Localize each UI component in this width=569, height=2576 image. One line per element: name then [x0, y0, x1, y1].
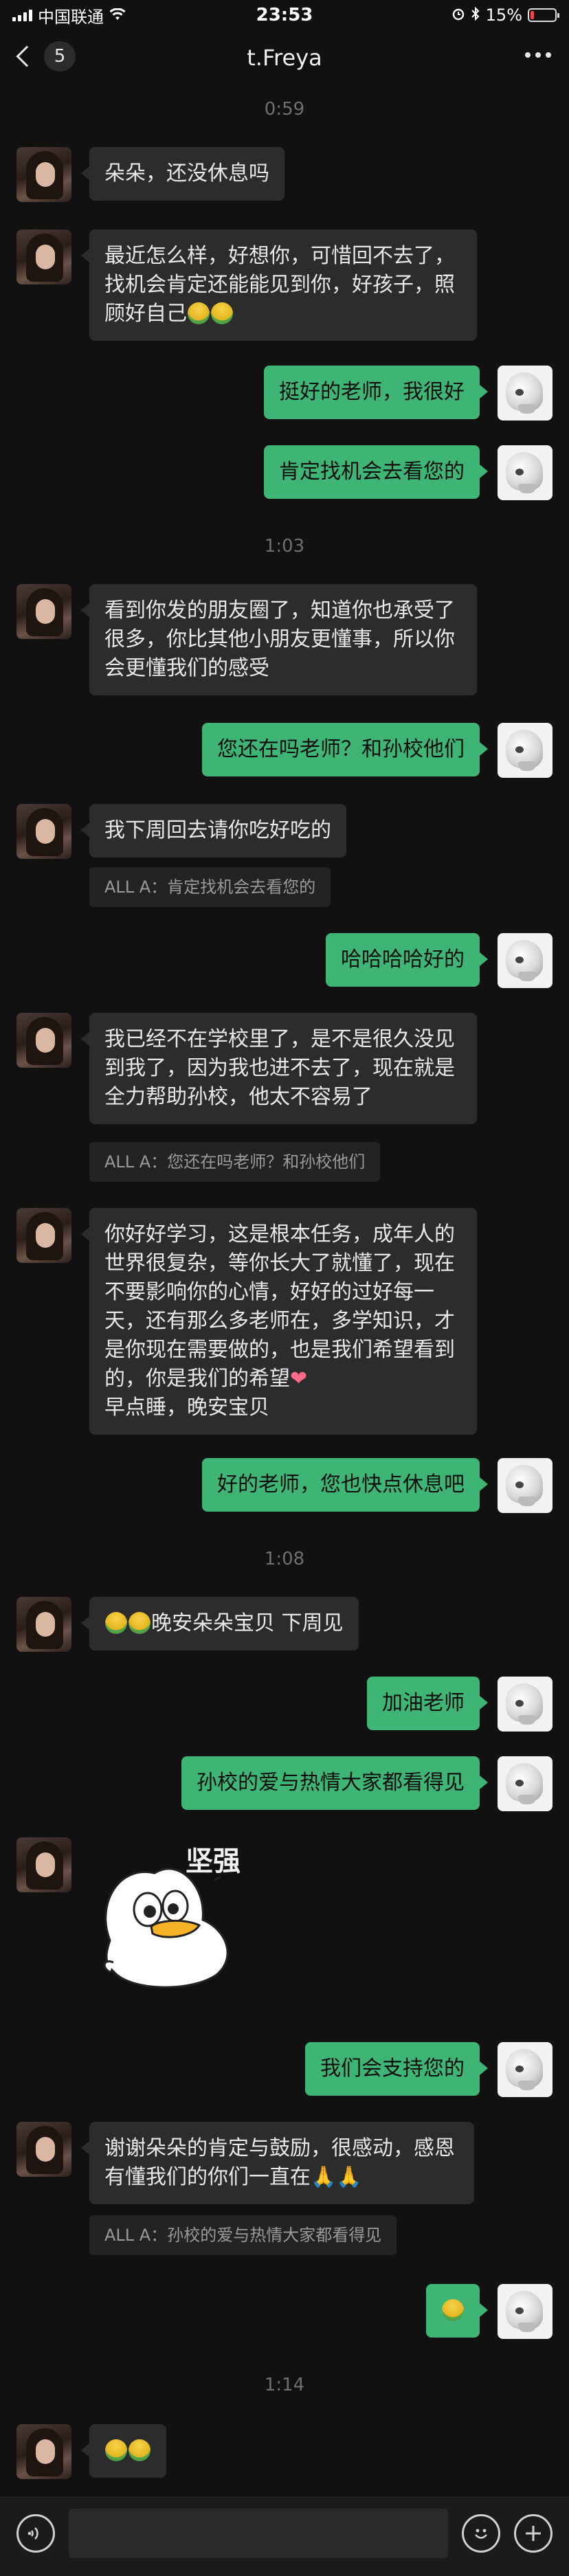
avatar-self[interactable] — [498, 1677, 553, 1732]
duck-sticker[interactable]: 坚强 — [89, 1837, 289, 1995]
more-dots-icon — [525, 52, 531, 58]
person-emoji-icon — [105, 2439, 127, 2461]
message-text: 谢谢朵朵的肯定与鼓励，很感动，感恩有懂我们的你们一直在 — [104, 2136, 455, 2189]
bluetooth-icon — [471, 5, 480, 25]
quoted-reply[interactable]: ALL A：肯定找机会去看您的 — [89, 867, 331, 907]
battery-level — [531, 11, 534, 19]
message-bubble[interactable]: 我已经不在学校里了，是不是很久没见到我了，因为我也进不去了，现在就是全力帮助孙校… — [81, 1013, 477, 1124]
message-input[interactable] — [69, 2509, 448, 2558]
person-emoji-icon — [129, 1612, 150, 1634]
message-bubble[interactable]: 好的老师，您也快点休息吧 — [202, 1458, 488, 1512]
voice-button[interactable] — [16, 2514, 55, 2553]
person-emoji-icon — [105, 1612, 127, 1634]
avatar-contact[interactable] — [16, 2424, 71, 2479]
message-text: 晚安朵朵宝贝 下周见 — [151, 1611, 344, 1635]
message-text: 你好好学习，这是根本任务，成年人的世界很复杂，等你长大了就懂了，现在不要影响你的… — [104, 1222, 455, 1391]
person-emoji-icon — [442, 2299, 464, 2321]
pray-emoji-icon: 🙏 — [311, 2165, 337, 2189]
input-bar — [0, 2497, 569, 2576]
avatar-contact[interactable] — [16, 1208, 71, 1263]
timestamp: 0:59 — [264, 99, 305, 120]
voice-icon — [27, 2527, 38, 2540]
message-bubble[interactable]: 肯定找机会去看您的 — [264, 445, 488, 499]
wifi-icon — [109, 5, 126, 25]
message-bubble[interactable]: 晚安朵朵宝贝 下周见 — [81, 1597, 359, 1650]
message-bubble[interactable]: 朵朵，还没休息吗 — [81, 147, 284, 201]
avatar-contact[interactable] — [16, 804, 71, 859]
timestamp: 1:14 — [264, 2375, 305, 2395]
battery-icon — [528, 8, 559, 22]
unread-count-badge: 5 — [44, 41, 76, 71]
avatar-self[interactable] — [498, 723, 553, 778]
back-button[interactable]: 5 — [14, 41, 76, 71]
message-bubble[interactable]: 我们会支持您的 — [305, 2042, 488, 2096]
person-emoji-icon — [129, 2439, 150, 2461]
heart-icon: ❤ — [290, 1367, 308, 1391]
quoted-reply[interactable]: ALL A：您还在吗老师？和孙校他们 — [89, 1142, 381, 1182]
person-emoji-icon — [188, 302, 210, 324]
avatar-contact[interactable] — [16, 1013, 71, 1068]
message-bubble[interactable]: 谢谢朵朵的肯定与鼓励，很感动，感恩有懂我们的你们一直在🙏🙏 — [81, 2122, 474, 2204]
emoji-icon — [475, 2529, 487, 2539]
battery-percent: 15% — [485, 5, 522, 25]
avatar-contact[interactable] — [16, 1837, 71, 1892]
avatar-self[interactable] — [498, 2042, 553, 2097]
quoted-reply[interactable]: ALL A：孙校的爱与热情大家都看得见 — [89, 2215, 397, 2255]
avatar-contact[interactable] — [16, 584, 71, 639]
message-text: 最近怎么样，好想你，可惜回不去了，找机会肯定还能能见到你，好孩子，照顾好自己 — [104, 244, 455, 326]
message-bubble[interactable]: 哈哈哈哈好的 — [326, 933, 488, 987]
status-bar: 中国联通 23:53 15% — [0, 0, 569, 30]
timestamp: 1:08 — [264, 1549, 305, 1569]
avatar-self[interactable] — [498, 445, 553, 500]
emoji-button[interactable] — [462, 2514, 500, 2553]
pray-emoji-icon: 🙏 — [336, 2165, 362, 2189]
message-bubble[interactable] — [81, 2424, 166, 2478]
avatar-contact[interactable] — [16, 147, 71, 202]
carrier-label: 中国联通 — [38, 7, 104, 27]
avatar-contact[interactable] — [16, 229, 71, 284]
plus-button[interactable] — [514, 2514, 553, 2553]
message-bubble[interactable]: 加油老师 — [367, 1677, 488, 1730]
nav-bar: 5 t.Freya — [0, 30, 569, 85]
avatar-contact[interactable] — [16, 1597, 71, 1652]
message-text: 早点睡，晚安宝贝 — [104, 1396, 269, 1420]
avatar-self[interactable] — [498, 1458, 553, 1513]
avatar-self[interactable] — [498, 1756, 553, 1811]
avatar-contact[interactable] — [16, 2122, 71, 2177]
message-bubble[interactable]: 挺好的老师，我很好 — [264, 366, 488, 419]
sticker-caption: 坚强 — [186, 1846, 241, 1877]
message-bubble[interactable]: 最近怎么样，好想你，可惜回不去了，找机会肯定还能能见到你，好孩子，照顾好自己 — [81, 229, 477, 341]
message-bubble[interactable]: 我下周回去请你吃好吃的 — [81, 804, 346, 858]
message-bubble[interactable]: 您还在吗老师？和孙校他们 — [202, 723, 488, 776]
message-bubble[interactable]: 你好好学习，这是根本任务，成年人的世界很复杂，等你长大了就懂了，现在不要影响你的… — [81, 1208, 477, 1435]
chevron-left-icon — [16, 45, 38, 67]
message-bubble[interactable] — [426, 2284, 488, 2338]
avatar-self[interactable] — [498, 933, 553, 988]
message-bubble[interactable]: 孙校的爱与热情大家都看得见 — [181, 1756, 488, 1810]
alarm-icon — [451, 5, 465, 25]
message-bubble[interactable]: 看到你发的朋友圈了，知道你也承受了很多，你比其他小朋友更懂事，所以你会更懂我们的… — [81, 584, 477, 695]
signal-icon — [12, 9, 32, 21]
avatar-self[interactable] — [498, 2284, 553, 2339]
person-emoji-icon — [211, 302, 233, 324]
chat-title: t.Freya — [247, 45, 322, 71]
avatar-self[interactable] — [498, 366, 553, 421]
plus-icon — [526, 2526, 541, 2541]
timestamp: 1:03 — [264, 536, 305, 557]
more-button[interactable] — [522, 47, 554, 63]
